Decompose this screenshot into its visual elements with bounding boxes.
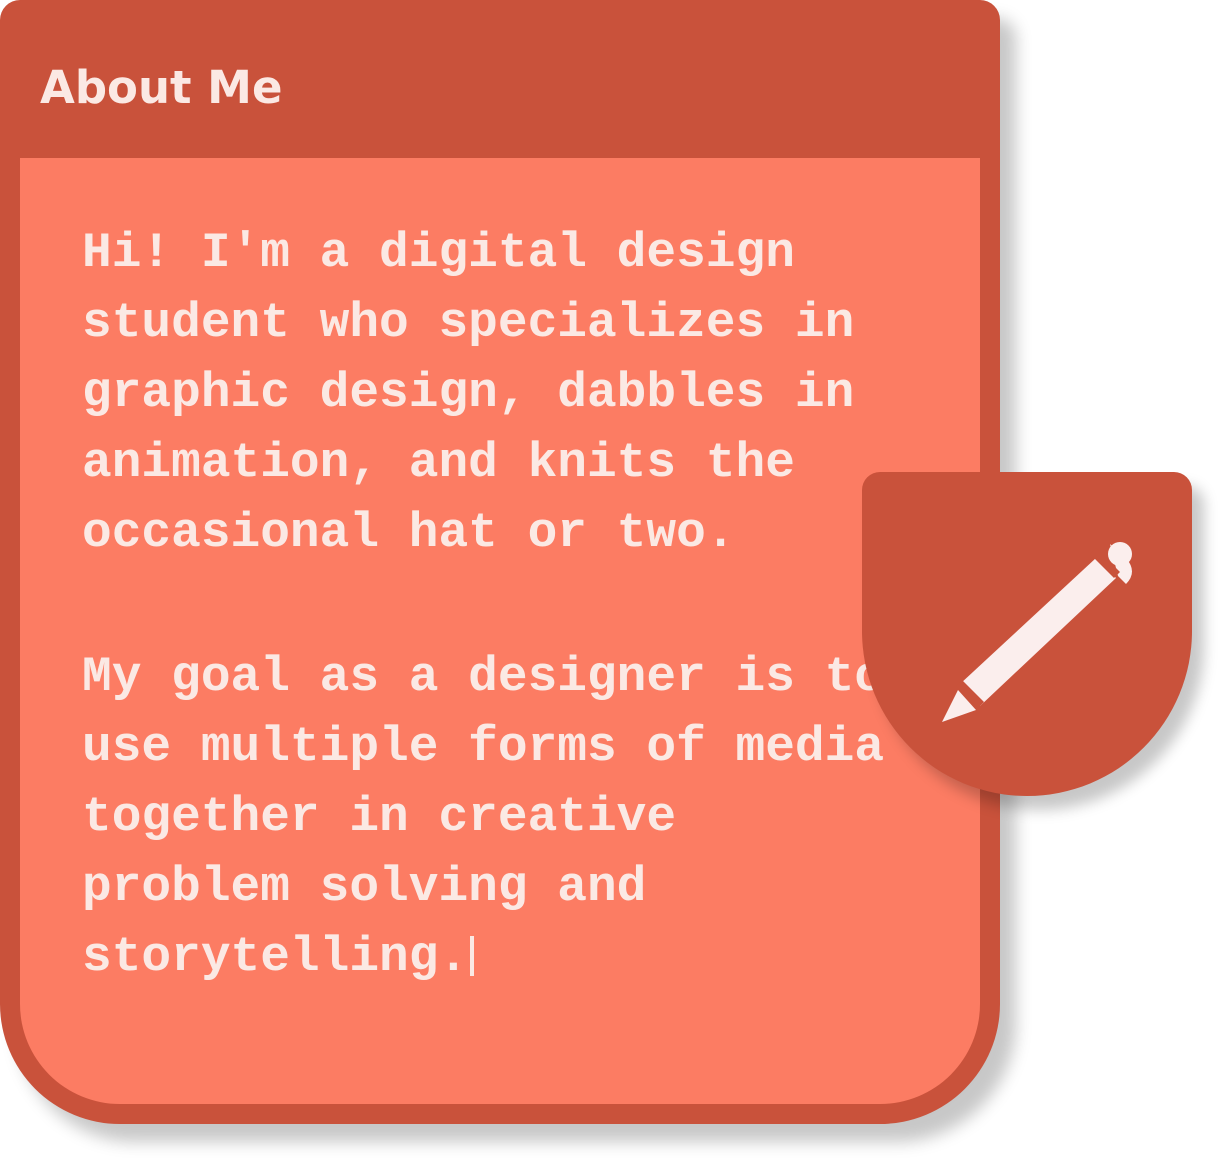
- bio-text[interactable]: Hi! I'm a digital design student who spe…: [82, 218, 902, 992]
- bio-paragraph-2-wrap: My goal as a designer is to use multiple…: [82, 642, 902, 992]
- bio-paragraph-1: Hi! I'm a digital design student who spe…: [82, 225, 885, 561]
- card-title: About Me: [40, 61, 283, 114]
- pencil-icon: [942, 542, 1132, 722]
- bio-paragraph-2: My goal as a designer is to use multiple…: [82, 649, 885, 985]
- card-body: Hi! I'm a digital design student who spe…: [20, 158, 980, 1104]
- edit-button[interactable]: [862, 472, 1192, 796]
- text-cursor: [470, 936, 475, 976]
- about-me-card: About Me Hi! I'm a digital design studen…: [0, 0, 1000, 1124]
- about-me-widget: About Me Hi! I'm a digital design studen…: [0, 0, 1230, 1162]
